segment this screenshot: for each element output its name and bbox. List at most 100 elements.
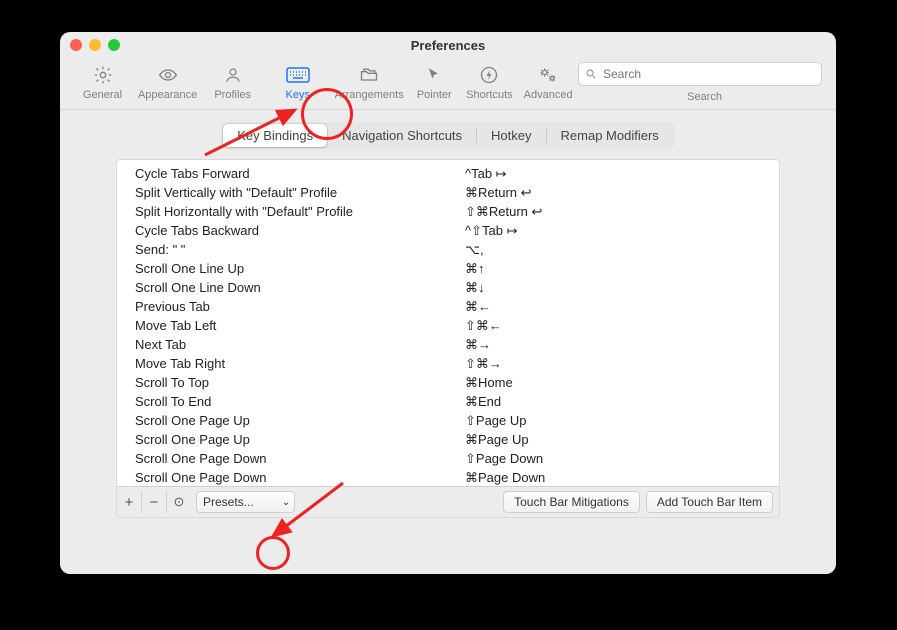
- table-row[interactable]: Cycle Tabs Backward^⇧Tab ↦: [117, 222, 779, 241]
- toolbar-label: General: [83, 89, 122, 101]
- binding-shortcut: ^Tab ↦: [465, 166, 779, 182]
- toolbar-label: Keys: [286, 89, 310, 101]
- table-row[interactable]: Scroll One Line Down⌘↓: [117, 279, 779, 298]
- table-row[interactable]: Split Horizontally with "Default" Profil…: [117, 203, 779, 222]
- tab-remap-modifiers[interactable]: Remap Modifiers: [547, 124, 673, 147]
- gear-icon: [93, 64, 113, 86]
- binding-shortcut: ⌘Page Down: [465, 470, 779, 486]
- cursor-icon: [425, 64, 443, 86]
- table-row[interactable]: Scroll One Page Down⇧Page Down: [117, 450, 779, 469]
- binding-shortcut: ⇧⌘→: [465, 356, 779, 372]
- table-row[interactable]: Scroll One Page Up⇧Page Up: [117, 412, 779, 431]
- folders-icon: [358, 64, 380, 86]
- toolbar: General Appearance Profiles Keys: [60, 58, 836, 110]
- add-binding-button[interactable]: +: [117, 491, 142, 513]
- toolbar-label: Arrangements: [335, 89, 404, 101]
- search-icon: [585, 68, 597, 80]
- binding-action: Next Tab: [117, 337, 465, 353]
- binding-action: Previous Tab: [117, 299, 465, 315]
- preferences-window: Preferences General Appearance Profiles: [60, 32, 836, 574]
- binding-action: Scroll To Top: [117, 375, 465, 391]
- binding-action: Scroll To End: [117, 394, 465, 410]
- binding-shortcut: ⇧Page Down: [465, 451, 779, 467]
- binding-action: Move Tab Left: [117, 318, 465, 334]
- gears-icon: [537, 64, 559, 86]
- presets-dropdown[interactable]: Presets... ⌄: [196, 491, 295, 513]
- binding-action: Scroll One Page Up: [117, 413, 465, 429]
- binding-shortcut: ⌘Home: [465, 375, 779, 391]
- binding-action: Move Tab Right: [117, 356, 465, 372]
- window-title: Preferences: [411, 38, 485, 53]
- table-row[interactable]: Move Tab Left⇧⌘←: [117, 317, 779, 336]
- key-bindings-table[interactable]: Cycle Tabs Forward^Tab ↦Split Vertically…: [116, 159, 780, 486]
- binding-action: Split Horizontally with "Default" Profil…: [117, 204, 465, 220]
- tab-navigation-shortcuts[interactable]: Navigation Shortcuts: [328, 124, 476, 147]
- toolbar-advanced[interactable]: Advanced: [518, 62, 578, 101]
- binding-shortcut: ⌘Return ↩: [465, 185, 779, 201]
- search-label: Search: [687, 91, 722, 103]
- table-row[interactable]: Scroll One Page Up⌘Page Up: [117, 431, 779, 450]
- toolbar-label: Advanced: [524, 89, 573, 101]
- binding-shortcut: ⌘→: [465, 337, 779, 353]
- binding-shortcut: ⌘Page Up: [465, 432, 779, 448]
- tab-key-bindings[interactable]: Key Bindings: [223, 124, 327, 147]
- toolbar-general[interactable]: General: [70, 62, 135, 101]
- table-row[interactable]: Scroll To Top⌘Home: [117, 374, 779, 393]
- person-icon: [224, 64, 242, 86]
- minimize-window-button[interactable]: [89, 39, 101, 51]
- binding-shortcut: ⌘End: [465, 394, 779, 410]
- binding-action: Scroll One Page Down: [117, 470, 465, 486]
- close-window-button[interactable]: [70, 39, 82, 51]
- keyboard-icon: [286, 64, 310, 86]
- remove-binding-button[interactable]: −: [142, 491, 167, 513]
- binding-shortcut: ⇧⌘Return ↩: [465, 204, 779, 220]
- toolbar-shortcuts[interactable]: Shortcuts: [460, 62, 518, 101]
- table-row[interactable]: Move Tab Right⇧⌘→: [117, 355, 779, 374]
- search-field[interactable]: [578, 62, 822, 86]
- binding-action: Cycle Tabs Forward: [117, 166, 465, 182]
- titlebar: Preferences: [60, 32, 836, 58]
- toolbar-label: Profiles: [214, 89, 251, 101]
- binding-shortcut: ⌥,: [465, 242, 779, 258]
- toolbar-appearance[interactable]: Appearance: [135, 62, 200, 101]
- toolbar-arrangements[interactable]: Arrangements: [330, 62, 408, 101]
- zoom-window-button[interactable]: [108, 39, 120, 51]
- table-row[interactable]: Scroll One Line Up⌘↑: [117, 260, 779, 279]
- eye-icon: [157, 64, 179, 86]
- chevron-down-icon: ⌄: [282, 497, 290, 508]
- binding-shortcut: ⇧⌘←: [465, 318, 779, 334]
- tab-hotkey[interactable]: Hotkey: [477, 124, 545, 147]
- toolbar-keys[interactable]: Keys: [265, 62, 330, 101]
- binding-shortcut: ⇧Page Up: [465, 413, 779, 429]
- toolbar-profiles[interactable]: Profiles: [200, 62, 265, 101]
- table-row[interactable]: Send: " "⌥,: [117, 241, 779, 260]
- toolbar-pointer[interactable]: Pointer: [408, 62, 460, 101]
- table-row[interactable]: Split Vertically with "Default" Profile⌘…: [117, 184, 779, 203]
- binding-action: Cycle Tabs Backward: [117, 223, 465, 239]
- toolbar-label: Shortcuts: [466, 89, 512, 101]
- binding-action: Split Vertically with "Default" Profile: [117, 185, 465, 201]
- binding-shortcut: ^⇧Tab ↦: [465, 223, 779, 239]
- table-row[interactable]: Cycle Tabs Forward^Tab ↦: [117, 160, 779, 184]
- more-actions-button[interactable]: ⊙: [167, 491, 191, 513]
- binding-shortcut: ⌘↓: [465, 280, 779, 296]
- binding-action: Scroll One Line Up: [117, 261, 465, 277]
- sub-tabs: Key Bindings Navigation Shortcuts Hotkey…: [221, 122, 675, 149]
- binding-action: Send: " ": [117, 242, 465, 258]
- table-row[interactable]: Scroll One Page Down⌘Page Down: [117, 469, 779, 487]
- binding-action: Scroll One Page Up: [117, 432, 465, 448]
- add-touch-bar-item-button[interactable]: Add Touch Bar Item: [646, 491, 773, 513]
- bottom-bar: + − ⊙ Presets... ⌄ Touch Bar Mitigations…: [116, 486, 780, 518]
- binding-action: Scroll One Page Down: [117, 451, 465, 467]
- binding-shortcut: ⌘←: [465, 299, 779, 315]
- bolt-circle-icon: [479, 64, 499, 86]
- toolbar-label: Pointer: [417, 89, 452, 101]
- search-input[interactable]: [601, 66, 815, 82]
- presets-label: Presets...: [203, 495, 254, 509]
- toolbar-label: Appearance: [138, 89, 197, 101]
- touch-bar-mitigations-button[interactable]: Touch Bar Mitigations: [503, 491, 640, 513]
- table-row[interactable]: Previous Tab⌘←: [117, 298, 779, 317]
- table-row[interactable]: Scroll To End⌘End: [117, 393, 779, 412]
- binding-action: Scroll One Line Down: [117, 280, 465, 296]
- table-row[interactable]: Next Tab⌘→: [117, 336, 779, 355]
